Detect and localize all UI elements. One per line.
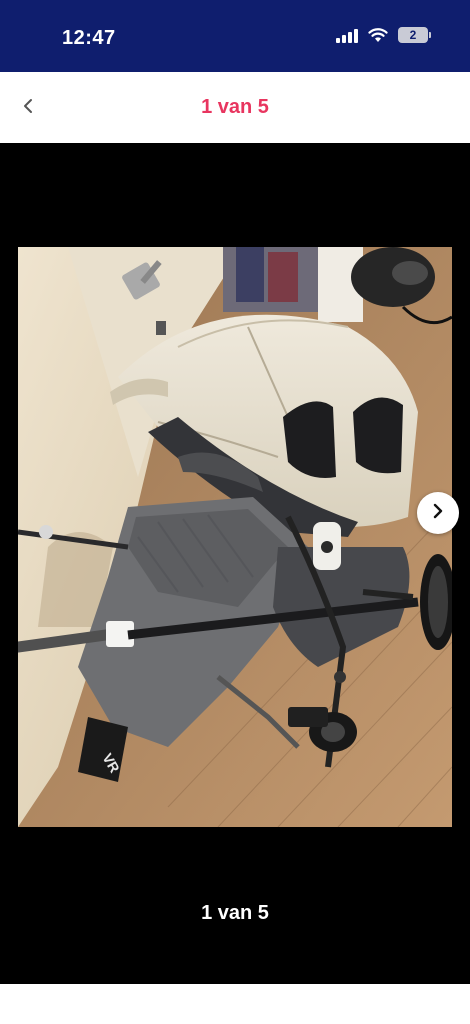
status-bar: 12:47 2: [0, 0, 470, 72]
status-time: 12:47: [62, 27, 116, 49]
bottom-strip: [0, 984, 470, 1024]
status-icons: 2: [336, 27, 431, 43]
image-counter: 1 van 5: [201, 902, 269, 924]
image-viewer[interactable]: VR 1 van 5: [0, 143, 470, 984]
product-photo[interactable]: VR: [18, 247, 452, 827]
signal-icon: [336, 28, 358, 43]
battery-icon: 2: [398, 27, 431, 43]
wifi-icon: [368, 27, 388, 43]
next-image-button[interactable]: [417, 492, 459, 534]
nav-header: 1 van 5: [0, 72, 470, 143]
chevron-right-icon: [432, 502, 444, 525]
page-title: 1 van 5: [201, 96, 269, 118]
